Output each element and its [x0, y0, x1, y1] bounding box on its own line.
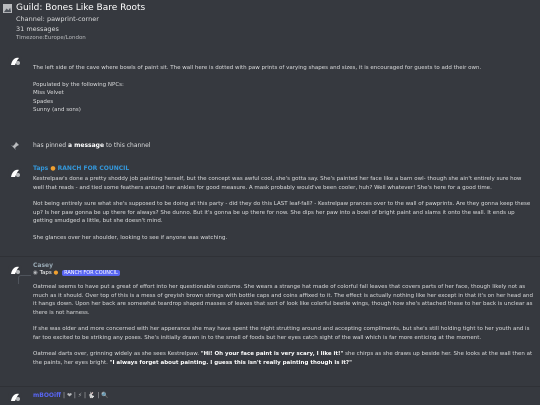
message-count: 31 messages	[16, 25, 59, 33]
role-badge: RANCH FOR COUNCIL	[57, 165, 130, 172]
message-paragraph: Not being entirely sure what she's suppo…	[33, 201, 531, 225]
message-divider	[0, 256, 540, 257]
avatar[interactable]	[8, 390, 22, 404]
message-paragraph: If she was older and more concerned with…	[33, 326, 530, 341]
timezone: Timezone:Europe/London	[16, 35, 86, 41]
author-name[interactable]: Casey	[33, 262, 53, 269]
message-line: Spades	[33, 98, 54, 105]
avatar[interactable]	[8, 166, 22, 180]
message-author[interactable]	[33, 54, 36, 61]
reply-connector	[18, 275, 31, 284]
message-divider	[0, 386, 540, 387]
flame-emoji-icon: ●	[50, 165, 56, 172]
narration: Oatmeal darts over, grinning widely as s…	[33, 351, 201, 358]
pin-text: has pinned	[33, 142, 69, 149]
channel-header: Guild: Bones Like Bare Roots Channel: pa…	[0, 0, 540, 44]
author-name[interactable]: mBOOiff	[33, 392, 61, 399]
message-paragraph: Oatmeal seems to have put a great of eff…	[33, 284, 533, 316]
flame-emoji-icon: ●	[53, 270, 59, 276]
message-author[interactable]: Casey	[33, 262, 56, 269]
reply-avatar-icon: ◉	[33, 270, 38, 276]
guild-title: Guild: Bones Like Bare Roots	[16, 3, 146, 13]
author-name[interactable]: Taps	[33, 165, 48, 172]
message-paragraph: Oatmeal darts over, grinning widely as s…	[33, 350, 533, 367]
message-body: Kestrelpaw's done a pretty shoddy job pa…	[33, 175, 533, 242]
message-author[interactable]: mBOOiff | ❤ | ⚡ | 🐇 | 🔍	[33, 392, 112, 399]
reply-reference[interactable]: ◉ Taps ● RANCH FOR COUNCIL	[33, 270, 120, 276]
message-line: Sunny (and sons)	[33, 107, 81, 114]
message-line: Miss Velvet	[33, 90, 64, 97]
message-author[interactable]: Taps ● RANCH FOR COUNCIL	[33, 165, 132, 172]
dialogue: "Hi! Oh your face paint is very scary, I…	[200, 351, 344, 358]
avatar[interactable]	[8, 54, 22, 68]
guild-icon	[3, 4, 12, 13]
pin-notice: has pinned a message to this channel	[33, 142, 150, 149]
message-line: The left side of the cave where bowls of…	[33, 65, 482, 71]
author-extras: | ❤ | ⚡ | 🐇 | 🔍	[63, 392, 109, 399]
pin-text-end: to this channel	[104, 142, 151, 149]
message-paragraph: Kestrelpaw's done a pretty shoddy job pa…	[33, 176, 522, 191]
message-line: Populated by the following NPCs:	[33, 81, 124, 88]
message-body: The left side of the cave where bowls of…	[33, 64, 533, 115]
dialogue: "I always forget about painting. I guess…	[109, 359, 352, 366]
pin-icon	[11, 142, 19, 150]
reply-author[interactable]: Taps	[40, 270, 52, 276]
reply-role-badge: RANCH FOR COUNCIL	[62, 270, 120, 276]
pinned-message-link[interactable]: a message	[68, 142, 104, 149]
message-paragraph: She glances over her shoulder, looking t…	[33, 234, 228, 241]
message-body: Oatmeal seems to have put a great of eff…	[33, 283, 533, 367]
channel-name: Channel: pawprint-corner	[16, 15, 99, 23]
